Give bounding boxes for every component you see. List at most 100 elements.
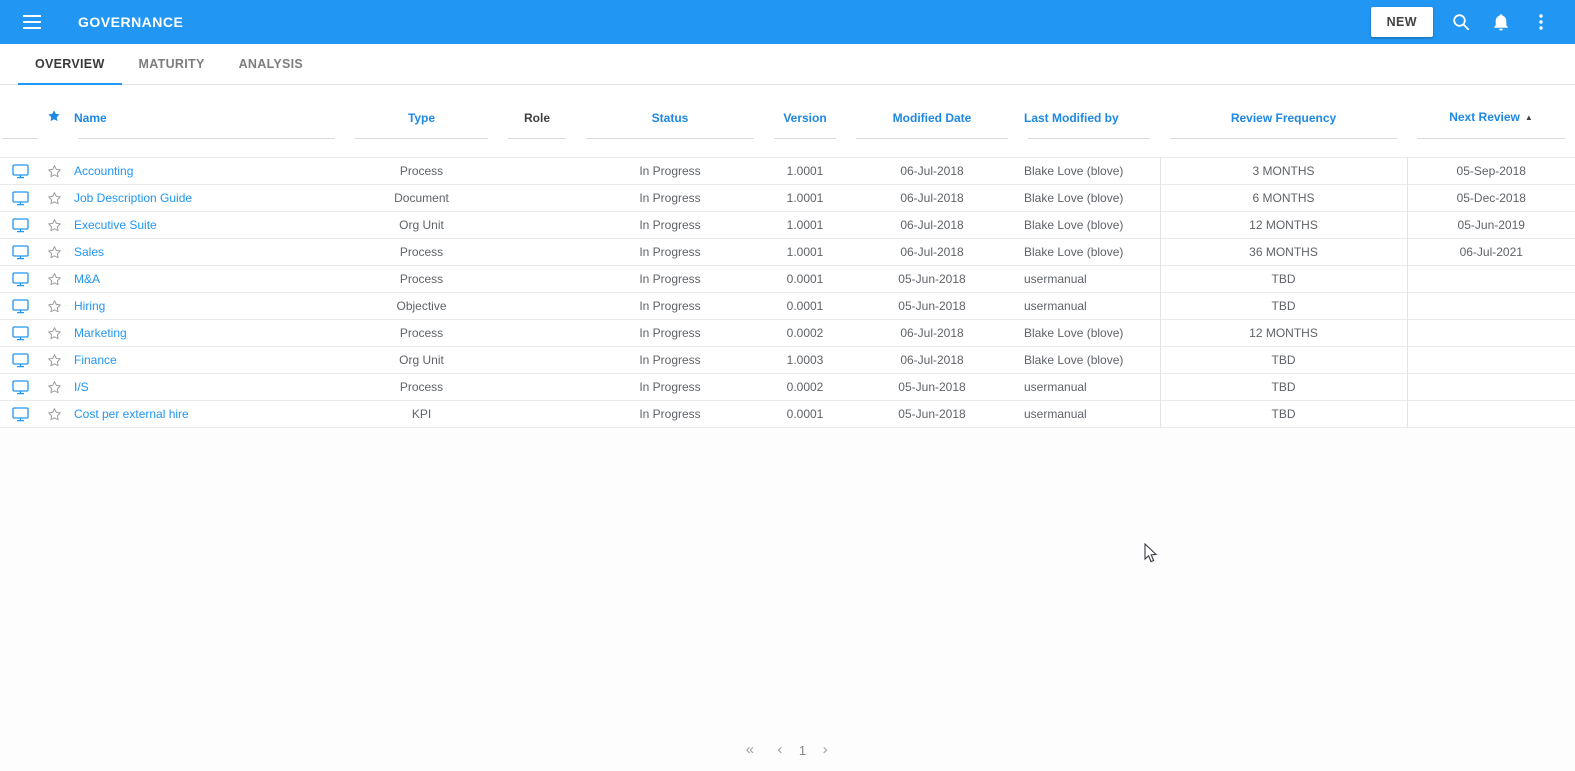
notifications-bell-icon[interactable]: [1481, 2, 1521, 42]
cell-favorite: [40, 185, 68, 212]
search-icon[interactable]: [1441, 2, 1481, 42]
favorite-star-button[interactable]: [47, 407, 62, 422]
cell-role: [498, 401, 576, 428]
cell-modified_date: 05-Jun-2018: [898, 380, 966, 394]
column-header-fav[interactable]: [40, 85, 68, 126]
column-header-label: Last Modified by: [1024, 110, 1119, 125]
filter-input-last_modified_by[interactable]: [1018, 126, 1160, 158]
item-name-link[interactable]: Finance: [74, 353, 117, 367]
column-header-status[interactable]: Status: [576, 85, 764, 126]
column-header-last_modified_by[interactable]: Last Modified by: [1018, 85, 1160, 126]
cell-open-icon: [0, 374, 40, 401]
cell-open-icon: [0, 266, 40, 293]
favorite-star-button[interactable]: [47, 245, 62, 260]
favorite-star-button[interactable]: [47, 218, 62, 233]
open-item-button[interactable]: [11, 326, 29, 341]
cell-open-icon: [0, 401, 40, 428]
cell-last_modified_by: usermanual: [1024, 380, 1087, 394]
tab-overview[interactable]: OVERVIEW: [18, 44, 122, 85]
pagination-next-icon[interactable]: ›: [814, 739, 836, 761]
filter-input-modified_date[interactable]: [846, 126, 1018, 158]
tab-bar: OVERVIEW MATURITY ANALYSIS: [0, 44, 1575, 85]
item-name-link[interactable]: Hiring: [74, 299, 105, 313]
star-outline-icon: [47, 326, 61, 339]
monitor-display-icon: [11, 245, 29, 259]
cell-status: In Progress: [639, 299, 701, 313]
open-item-button[interactable]: [11, 218, 29, 233]
hamburger-menu-icon[interactable]: [12, 2, 52, 42]
star-outline-icon: [47, 164, 61, 177]
pagination-previous-icon[interactable]: ‹: [769, 739, 791, 761]
table-row: Job Description Guide Document In Progress…: [0, 184, 1575, 212]
item-name-link[interactable]: Sales: [74, 245, 104, 259]
cell-status: In Progress: [639, 191, 701, 205]
cell-next_review: 05-Sep-2018: [1456, 164, 1526, 178]
cell-last_modified_by: Blake Love (blove): [1024, 218, 1124, 232]
item-name-link[interactable]: Cost per external hire: [74, 407, 189, 421]
tab-analysis[interactable]: ANALYSIS: [222, 44, 320, 84]
open-item-button[interactable]: [11, 191, 29, 206]
open-item-button[interactable]: [11, 353, 29, 368]
column-header-label: Modified Date: [892, 110, 972, 125]
cell-next_review: [1407, 266, 1575, 293]
table-row: Marketing Process In Progress 0.0002 06-Jul-…: [0, 319, 1575, 347]
open-item-button[interactable]: [11, 407, 29, 422]
sort-ascending-icon: ▲: [1524, 113, 1533, 122]
favorite-star-button[interactable]: [47, 326, 62, 341]
favorite-star-button[interactable]: [47, 380, 62, 395]
filter-input-type[interactable]: [345, 126, 498, 158]
item-name-link[interactable]: Marketing: [74, 326, 127, 340]
item-name-link[interactable]: Executive Suite: [74, 218, 157, 232]
filter-input-icon[interactable]: [0, 126, 40, 158]
open-item-button[interactable]: [11, 299, 29, 314]
cell-favorite: [40, 293, 68, 320]
filter-input-review_frequency[interactable]: [1160, 126, 1407, 158]
item-name-link[interactable]: M&A: [74, 272, 100, 286]
pagination-first-icon[interactable]: «: [739, 739, 761, 761]
favorite-star-button[interactable]: [47, 272, 62, 287]
tab-maturity[interactable]: MATURITY: [122, 44, 222, 84]
cell-name: Accounting: [68, 158, 345, 185]
favorite-star-button[interactable]: [47, 353, 62, 368]
item-name-link[interactable]: Job Description Guide: [74, 191, 192, 205]
open-item-button[interactable]: [11, 164, 29, 179]
filter-input-role[interactable]: [498, 126, 576, 158]
star-outline-icon: [47, 353, 61, 366]
open-item-button[interactable]: [11, 245, 29, 260]
favorite-star-button[interactable]: [47, 164, 62, 179]
kebab-menu-icon[interactable]: [1521, 2, 1561, 42]
cell-type: Org Unit: [399, 353, 444, 367]
filter-input-next_review[interactable]: [1407, 126, 1575, 158]
star-outline-icon: [47, 380, 61, 393]
cell-type: KPI: [411, 407, 432, 421]
column-header-review_frequency[interactable]: Review Frequency: [1160, 85, 1407, 126]
open-item-button[interactable]: [11, 380, 29, 395]
mouse-cursor: [1144, 542, 1158, 569]
cell-modified_date: 06-Jul-2018: [900, 245, 964, 259]
column-header-label: Name: [74, 110, 107, 125]
column-header-version[interactable]: Version: [764, 85, 846, 126]
pagination-current-page[interactable]: 1: [799, 743, 806, 758]
item-name-link[interactable]: Accounting: [74, 164, 133, 178]
column-header-type[interactable]: Type: [345, 85, 498, 126]
column-header-name[interactable]: Name: [68, 85, 345, 126]
column-header-next_review[interactable]: Next Review ▲: [1407, 85, 1575, 126]
cell-next_review: [1407, 374, 1575, 401]
cell-last_modified_by: Blake Love (blove): [1024, 191, 1124, 205]
column-header-modified_date[interactable]: Modified Date: [846, 85, 1018, 126]
favorite-star-button[interactable]: [47, 191, 62, 206]
table-row: Hiring Objective In Progress 0.0001 05-Jun-2…: [0, 292, 1575, 320]
favorite-star-button[interactable]: [47, 299, 62, 314]
new-button[interactable]: NEW: [1370, 7, 1433, 37]
cell-favorite: [40, 374, 68, 401]
filter-input-version[interactable]: [764, 126, 846, 158]
table-header-row: Name Type Role Status Version Modified Date La…: [0, 85, 1575, 126]
filter-input-name[interactable]: [68, 126, 345, 158]
filter-input-status[interactable]: [576, 126, 764, 158]
cell-status: In Progress: [639, 353, 701, 367]
cell-review_frequency: TBD: [1159, 292, 1408, 320]
open-item-button[interactable]: [11, 272, 29, 287]
column-header-role[interactable]: Role: [498, 85, 576, 126]
cell-favorite: [40, 320, 68, 347]
item-name-link[interactable]: I/S: [74, 380, 89, 394]
